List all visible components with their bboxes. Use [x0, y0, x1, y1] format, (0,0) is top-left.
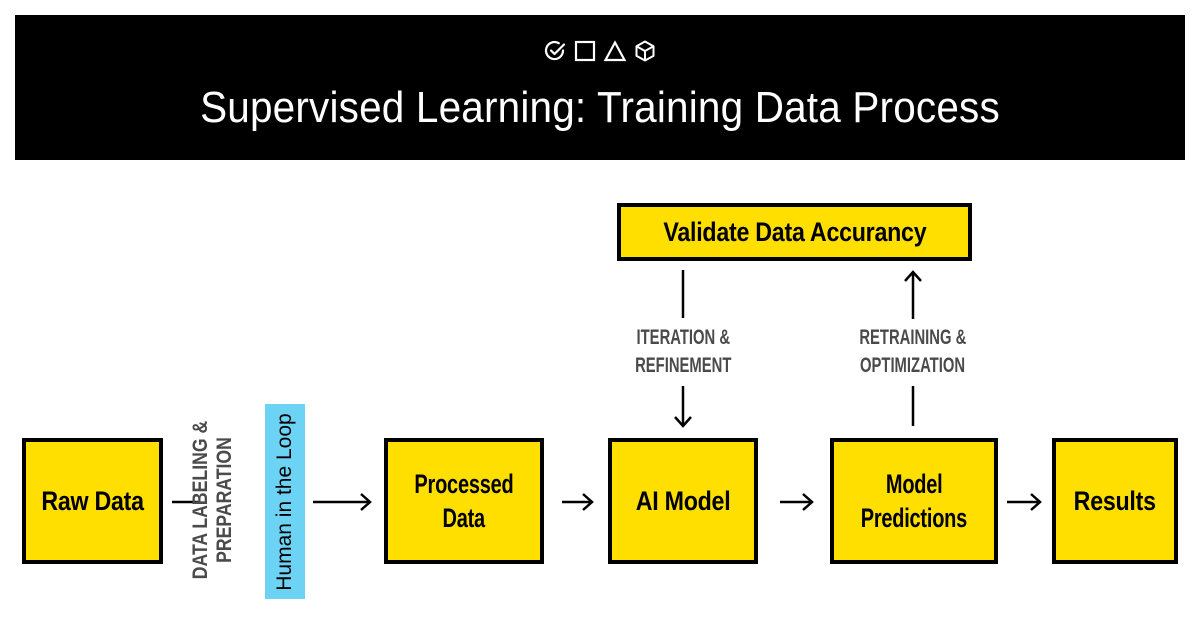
arrow-to-validate: [904, 270, 922, 319]
node-ai-model: AI Model: [608, 438, 758, 564]
arrow-to-predictions: [780, 493, 814, 511]
node-results-label: Results: [1073, 486, 1157, 516]
node-raw-data: Raw Data: [22, 438, 163, 564]
node-ai-model-label: AI Model: [635, 486, 731, 516]
human-in-the-loop-badge: Human in the Loop: [265, 404, 305, 599]
arrow-to-results: [1007, 493, 1042, 511]
node-raw-data-label: Raw Data: [41, 486, 144, 516]
node-processed-data: Processed Data: [384, 438, 544, 564]
human-in-the-loop-label: Human in the Loop: [273, 412, 296, 591]
node-validate-label: Validate Data Accurancy: [663, 217, 926, 247]
node-model-predictions-label: Model Predictions: [860, 469, 968, 533]
node-results: Results: [1052, 438, 1178, 564]
label-retraining-optimization: RETRAINING & OPTIMIZATION: [859, 326, 967, 377]
node-validate: Validate Data Accurancy: [617, 203, 972, 261]
label-iteration-refinement: ITERATION & REFINEMENT: [634, 326, 732, 377]
arrow-to-ai-model-iteration: [674, 386, 692, 428]
arrow-to-ai-model: [562, 493, 594, 511]
connectors: [172, 270, 1042, 511]
arrow-to-processed: [313, 493, 372, 511]
node-processed-data-label: Processed Data: [414, 469, 514, 533]
node-model-predictions: Model Predictions: [830, 438, 998, 564]
